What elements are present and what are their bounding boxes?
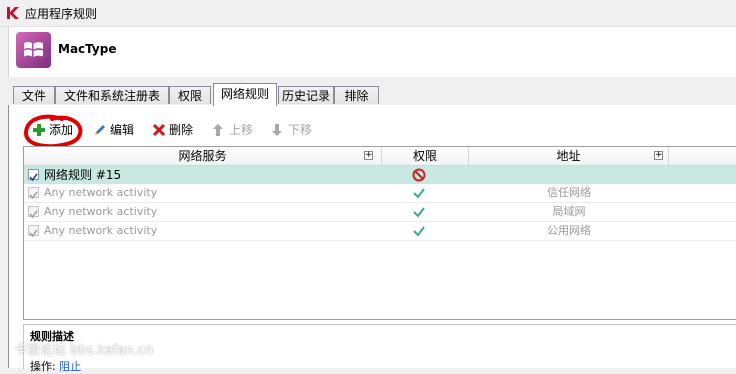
block-icon xyxy=(412,168,426,182)
rule-name: Any network activity xyxy=(44,205,158,218)
row-checkbox[interactable] xyxy=(28,169,39,182)
red-x-icon xyxy=(152,123,166,137)
column-header-label: 网络服务 xyxy=(178,149,227,163)
rule-address: 局域网 xyxy=(552,205,586,218)
window-title: 应用程序规则 xyxy=(25,7,98,21)
column-header-permission[interactable]: 权限 xyxy=(382,147,469,165)
kaspersky-logo-icon xyxy=(7,7,19,19)
app-header: MacType xyxy=(8,27,736,77)
allow-check-icon xyxy=(413,207,425,218)
watermark: 卡饭论坛 bbs.kafan.cn xyxy=(14,343,154,358)
tab-exclusions[interactable]: 排除 xyxy=(334,86,379,104)
checkmark-icon xyxy=(29,173,38,182)
tab-permissions[interactable]: 权限 xyxy=(169,86,211,104)
app-icon xyxy=(16,32,51,68)
checkmark-icon xyxy=(29,229,38,238)
app-name: MacType xyxy=(58,42,117,56)
operation-value-link[interactable]: 阻止 xyxy=(59,360,81,373)
operation-label: 操作: xyxy=(30,360,56,373)
tab-network-rules[interactable]: 网络规则 xyxy=(213,83,277,106)
pencil-icon xyxy=(95,125,105,135)
column-header-network-service[interactable]: 网络服务 xyxy=(24,147,382,165)
row-checkbox[interactable] xyxy=(28,206,39,219)
tab-files[interactable]: 文件 xyxy=(13,86,55,104)
column-header-label: 地址 xyxy=(556,149,581,163)
tab-files-registry[interactable]: 文件和系统注册表 xyxy=(55,86,169,104)
delete-button-label: 删除 xyxy=(169,123,194,137)
expand-column-icon[interactable]: + xyxy=(364,151,373,160)
rule-address: 信任网络 xyxy=(547,186,591,199)
allow-check-icon xyxy=(413,226,425,237)
row-checkbox[interactable] xyxy=(28,187,39,200)
row-checkbox[interactable] xyxy=(28,225,39,238)
checkmark-icon xyxy=(29,191,38,200)
title-bar: 应用程序规则 xyxy=(0,0,736,27)
checkmark-icon xyxy=(29,210,38,219)
arrow-down-icon xyxy=(272,124,282,136)
operation-line: 操作: 阻止 xyxy=(30,358,81,374)
edit-button-label: 编辑 xyxy=(110,123,135,137)
rule-name: Any network activity xyxy=(44,186,158,199)
tab-history[interactable]: 历史记录 xyxy=(278,86,334,104)
rule-name: Any network activity xyxy=(44,224,158,237)
table-row[interactable]: Any network activity 信任网络 xyxy=(24,184,736,202)
move-up-button-label: 上移 xyxy=(229,123,254,137)
rule-name: 网络规则 #15 xyxy=(44,168,122,182)
expand-column-icon[interactable]: + xyxy=(654,151,663,160)
table-row[interactable]: 网络规则 #15 xyxy=(24,166,736,184)
arrow-up-icon xyxy=(213,124,223,136)
table-header: 网络服务 + 权限 地址 + xyxy=(24,147,736,166)
network-rules-table: 网络服务 + 权限 地址 + 网络规则 #15 Any network acti… xyxy=(23,146,736,320)
rule-address: 公用网络 xyxy=(547,224,591,237)
row-divider xyxy=(24,240,736,241)
tab-strip: 文件 文件和系统注册表 权限 网络规则 历史记录 排除 xyxy=(8,80,736,106)
move-down-button-label: 下移 xyxy=(288,123,313,137)
table-row[interactable]: Any network activity 公用网络 xyxy=(24,222,736,240)
column-header-label: 权限 xyxy=(412,149,437,163)
column-header-address[interactable]: 地址 xyxy=(469,147,669,165)
table-row[interactable]: Any network activity 局域网 xyxy=(24,203,736,221)
allow-check-icon xyxy=(413,188,425,199)
windows-flag-icon xyxy=(24,42,43,57)
